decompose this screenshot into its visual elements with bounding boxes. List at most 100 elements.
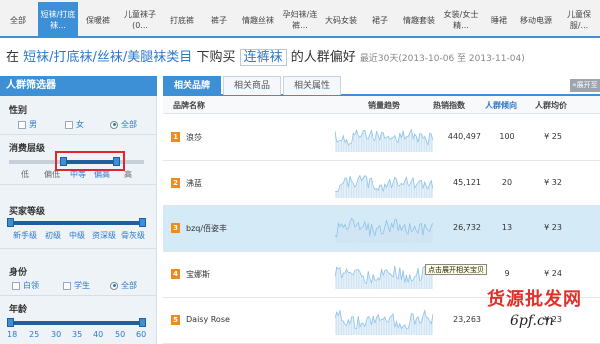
tab-related-brands[interactable]: 相关品牌 (163, 76, 221, 95)
consumption-title: 消费层级 (9, 144, 46, 154)
hot-index: 440,497 (447, 132, 481, 141)
tendency: 100 (499, 132, 515, 141)
category-tab[interactable]: 大码女装 (322, 4, 360, 36)
sales-trend-sparkline (335, 309, 433, 335)
divider (0, 134, 157, 135)
age-slider-left-handle[interactable] (7, 318, 14, 327)
category-tab[interactable]: 情趣丝袜 (238, 4, 278, 36)
age-label: 25 (29, 330, 40, 339)
rank-badge: 4 (171, 269, 180, 279)
headline-keyword[interactable]: 连裤袜 (239, 49, 287, 66)
tooltip: 点击展开相关宝贝 (425, 264, 487, 275)
age-label: 40 (93, 330, 104, 339)
checkbox-icon (63, 281, 71, 290)
gender-option-male[interactable]: 男 (18, 119, 37, 130)
watermark-url: 6pf.cn (510, 313, 554, 329)
buyer-level-slider-right-handle[interactable] (139, 218, 146, 227)
category-tab[interactable]: 睡裙 (484, 4, 514, 36)
category-tab[interactable]: 短袜/打底 袜... (38, 2, 78, 38)
checkbox-icon (65, 120, 73, 129)
brand-name[interactable]: 浪莎 (186, 132, 202, 143)
filter-panel: 人群筛选器 性别 男 女 全部 消费层级 低 偏低 中等 偏高 高 买家等级 新… (0, 76, 157, 344)
category-tab[interactable]: 孕妇袜/连 裤... (280, 4, 320, 36)
table-row[interactable]: 3 bzq/佰姿丰 26,732 13 ¥ 23 (163, 206, 600, 252)
category-tab[interactable]: 裙子 (364, 4, 396, 36)
tendency: 13 (501, 223, 513, 232)
buyer-level-slider-track[interactable] (9, 221, 144, 225)
age-title: 年龄 (9, 305, 28, 315)
identity-option-white-collar[interactable]: 白领 (12, 280, 39, 291)
category-tab[interactable]: 保暖裤 (80, 4, 116, 36)
page-headline: 在 短袜/打底袜/丝袜/美腿袜类目 下购买 连裤袜 的人群偏好 最近30天(20… (6, 46, 600, 66)
checkbox-icon (12, 281, 20, 290)
avg-price: ¥ 24 (544, 269, 562, 278)
table-header: 品牌名称 销量趋势 热销指数 人群倾向 人群均价 (163, 96, 600, 114)
rank-badge: 5 (171, 315, 180, 325)
category-tab[interactable]: 裤子 (204, 4, 234, 36)
hot-index: 26,732 (453, 223, 481, 232)
divider (0, 248, 157, 249)
category-tab[interactable]: 儿童袜子 (0... (118, 4, 162, 36)
tab-related-products[interactable]: 相关商品 (223, 76, 281, 95)
buyer-level-label-junior: 初级 (45, 231, 61, 240)
age-label: 18 (7, 330, 18, 339)
headline-suffix: 的人群偏好 (290, 50, 356, 65)
expand-button[interactable]: «展开至 (570, 79, 600, 92)
col-tendency[interactable]: 人群倾向 (485, 100, 517, 111)
consumption-label-lower: 偏低 (44, 170, 60, 179)
age-label: 50 (115, 330, 126, 339)
consumption-label-low: 低 (21, 170, 29, 179)
category-tab[interactable]: 移动电源 (516, 4, 556, 36)
consumption-label-high: 高 (124, 170, 132, 179)
watermark-text: 货源批发网 (487, 289, 582, 310)
buyer-level-label-middle: 中级 (69, 231, 85, 240)
category-tab[interactable]: 全部 (4, 4, 32, 36)
divider (0, 184, 157, 185)
avg-price: ¥ 23 (544, 223, 562, 232)
brand-name[interactable]: bzq/佰姿丰 (186, 223, 227, 234)
rank-badge: 1 (171, 132, 180, 142)
buyer-level-label-senior: 资深级 (92, 231, 116, 240)
tendency: 9 (504, 269, 510, 278)
identity-option-all[interactable]: 全部 (110, 280, 137, 291)
tendency: 20 (501, 178, 513, 187)
result-tabs: 相关品牌 相关商品 相关属性 (163, 76, 600, 96)
headline-mid: 下购买 (196, 50, 236, 65)
col-avg-price[interactable]: 人群均价 (535, 100, 567, 111)
age-label: 30 (51, 330, 62, 339)
rank-badge: 3 (171, 223, 180, 233)
brand-name[interactable]: 宝娜斯 (186, 269, 210, 280)
consumption-label-higher: 偏高 (94, 170, 110, 179)
consumption-label-mid: 中等 (70, 170, 86, 179)
headline-category[interactable]: 短袜/打底袜/丝袜/美腿袜类目 (23, 50, 192, 65)
category-tab[interactable]: 情趣套装 (400, 4, 438, 36)
headline-prefix: 在 (6, 50, 20, 65)
brand-name[interactable]: 沸蓝 (186, 178, 202, 189)
age-slider-track[interactable] (9, 321, 144, 325)
tab-related-attributes[interactable]: 相关属性 (283, 76, 341, 95)
identity-title: 身份 (9, 268, 28, 278)
col-hot-index[interactable]: 热销指数 (433, 100, 465, 111)
category-tab[interactable]: 打底裤 (164, 4, 200, 36)
category-tab[interactable]: 儿童保 服/... (558, 4, 600, 36)
gender-option-all[interactable]: 全部 (110, 119, 137, 130)
gender-title: 性别 (9, 106, 28, 116)
age-slider-right-handle[interactable] (139, 318, 146, 327)
filter-title: 人群筛选器 (0, 76, 157, 96)
buyer-level-label-veteran: 骨灰级 (121, 231, 145, 240)
headline-date-range: 最近30天(2013-10-06 至 2013-11-04) (359, 54, 525, 64)
sales-trend-sparkline (335, 128, 433, 152)
table-row[interactable]: 1 浪莎 440,497 100 ¥ 25 (163, 115, 600, 161)
col-brand: 品牌名称 (173, 101, 205, 110)
radio-icon (110, 281, 118, 290)
hot-index: 23,263 (453, 315, 481, 324)
buyer-level-title: 买家等级 (9, 207, 46, 217)
table-row[interactable]: 2 沸蓝 45,121 20 ¥ 32 (163, 161, 600, 206)
category-tab[interactable]: 女装/女士 精... (440, 4, 482, 36)
identity-option-student[interactable]: 学生 (63, 280, 90, 291)
brand-name[interactable]: Daisy Rose (186, 315, 230, 324)
checkbox-icon (18, 120, 26, 129)
hot-index: 45,121 (453, 178, 481, 187)
buyer-level-slider-left-handle[interactable] (7, 218, 14, 227)
gender-option-female[interactable]: 女 (65, 119, 84, 130)
